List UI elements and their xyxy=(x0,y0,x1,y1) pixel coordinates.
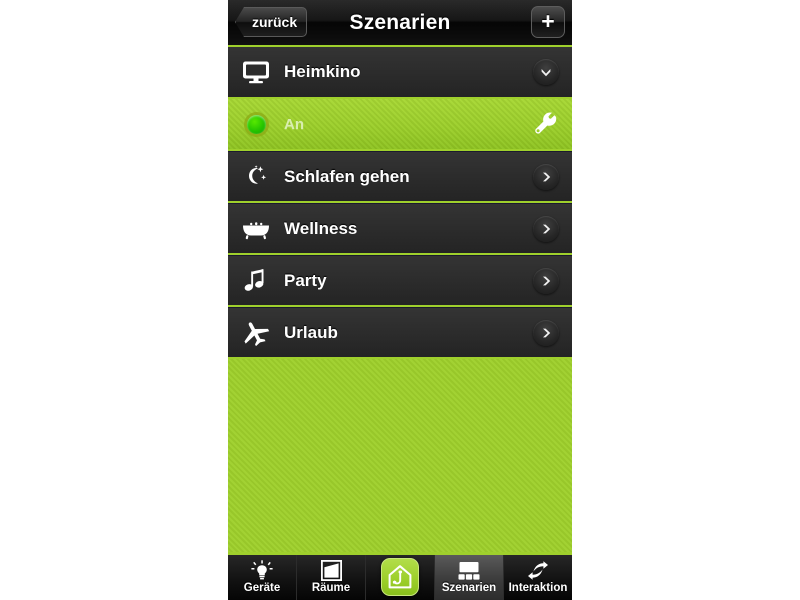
home-button[interactable] xyxy=(381,557,419,596)
scene-label: Urlaub xyxy=(284,322,338,342)
scene-open-button[interactable] xyxy=(520,215,572,242)
add-scene-button[interactable]: + xyxy=(531,6,565,38)
scene-expand-button[interactable] xyxy=(520,59,572,85)
empty-list-area xyxy=(228,359,572,555)
scene-open-button[interactable] xyxy=(520,319,572,346)
scene-settings-button[interactable] xyxy=(520,112,572,136)
tab-label: Interaktion xyxy=(508,582,568,595)
chevron-down-icon xyxy=(533,59,559,85)
scene-label: Heimkino xyxy=(284,62,361,81)
music-note-icon xyxy=(228,268,284,294)
scene-state-label: An xyxy=(284,115,304,133)
scene-label: Party xyxy=(284,270,327,290)
tab-label: Geräte xyxy=(243,582,281,595)
home-plug-icon xyxy=(388,564,412,588)
tab-szenarien[interactable]: Szenarien xyxy=(435,555,504,600)
chevron-right-icon xyxy=(533,267,559,294)
wrench-icon xyxy=(535,112,557,134)
plus-icon: + xyxy=(541,7,555,34)
scene-open-button[interactable] xyxy=(520,267,572,294)
scenes-grid-icon xyxy=(457,560,481,581)
chevron-right-icon xyxy=(533,163,559,190)
exchange-arrows-icon xyxy=(527,560,549,581)
room-corner-icon xyxy=(320,560,342,582)
scene-row-wellness[interactable]: Wellness xyxy=(228,203,572,255)
scene-row-urlaub[interactable]: Urlaub xyxy=(228,307,572,359)
tab-home[interactable] xyxy=(366,555,435,600)
scene-state-row-an[interactable]: An xyxy=(228,99,572,151)
television-icon xyxy=(228,60,284,84)
tab-raeume[interactable]: Räume xyxy=(297,555,366,600)
page-title: Szenarien xyxy=(349,10,451,34)
scene-label: Wellness xyxy=(284,218,358,238)
scene-label: Schlafen gehen xyxy=(284,166,410,186)
airplane-icon xyxy=(228,320,284,346)
lightbulb-icon xyxy=(251,560,273,581)
bathtub-icon xyxy=(228,218,284,240)
scene-list: Heimkino An Schlafen gehen Wellness Part… xyxy=(228,47,572,359)
tab-bar: Geräte Räume Szenarien Interaktion xyxy=(228,552,572,600)
scene-open-button[interactable] xyxy=(520,163,572,190)
status-on-dot xyxy=(228,114,284,134)
chevron-right-icon xyxy=(533,215,559,242)
tab-label: Räume xyxy=(311,582,351,595)
scene-row-party[interactable]: Party xyxy=(228,255,572,307)
tab-label: Szenarien xyxy=(441,582,497,595)
chevron-right-icon xyxy=(533,319,559,346)
tab-geraete[interactable]: Geräte xyxy=(228,555,297,600)
tab-interaktion[interactable]: Interaktion xyxy=(504,555,572,600)
scene-row-heimkino[interactable]: Heimkino xyxy=(228,47,572,99)
navigation-bar: zurück Szenarien + xyxy=(228,0,572,47)
moon-stars-icon xyxy=(228,164,284,190)
scene-row-schlafen-gehen[interactable]: Schlafen gehen xyxy=(228,151,572,203)
phone-screen: zurück Szenarien + Heimkino An Schlafen … xyxy=(228,0,572,600)
